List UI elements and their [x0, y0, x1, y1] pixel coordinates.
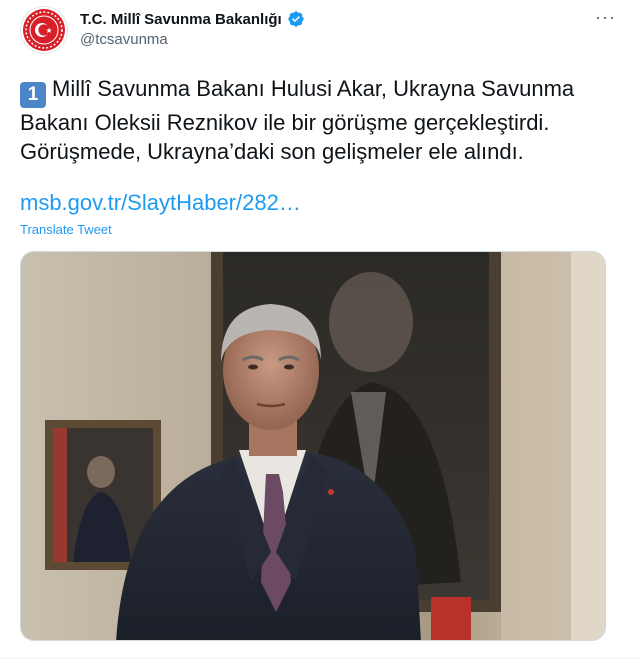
- tweet-link[interactable]: msb.gov.tr/SlaytHaber/282…: [20, 190, 301, 216]
- tweet-body: Millî Savunma Bakanı Hulusi Akar, Ukrayn…: [20, 76, 575, 164]
- photo-illustration: [21, 252, 605, 640]
- avatar[interactable]: [20, 6, 68, 54]
- handle[interactable]: @tcsavunma: [80, 31, 305, 48]
- keycap-one-icon: 1: [20, 82, 46, 108]
- tweet-photo[interactable]: [20, 251, 606, 641]
- display-name[interactable]: T.C. Millî Savunma Bakanlığı: [80, 11, 282, 28]
- ministry-emblem-icon: [23, 9, 65, 51]
- verified-badge-icon: [288, 11, 304, 27]
- name-row: T.C. Millî Savunma Bakanlığı: [80, 10, 305, 28]
- tweet-card: T.C. Millî Savunma Bakanlığı @tcsavunma …: [0, 0, 640, 661]
- author-block: T.C. Millî Savunma Bakanlığı @tcsavunma: [80, 10, 305, 48]
- tweet-text: 1 Millî Savunma Bakanı Hulusi Akar, Ukray…: [20, 74, 610, 166]
- divider: [0, 658, 640, 659]
- more-options-button[interactable]: ···: [595, 8, 616, 26]
- translate-tweet-link[interactable]: Translate Tweet: [20, 222, 112, 237]
